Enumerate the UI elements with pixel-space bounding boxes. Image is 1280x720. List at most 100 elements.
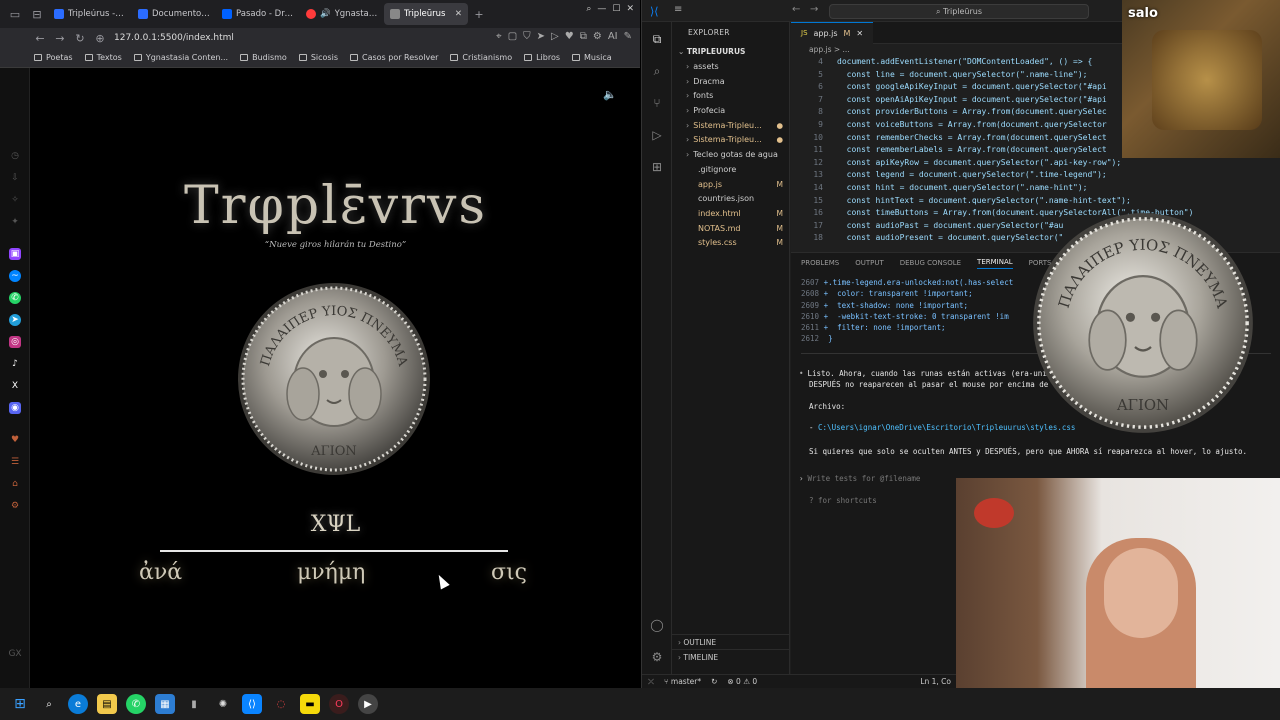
search-icon[interactable]: ⌕ (39, 694, 59, 714)
download-icon[interactable]: ⇩ (9, 172, 21, 184)
chatgpt-icon[interactable]: ✺ (213, 694, 233, 714)
tab-list-icon[interactable]: ⊟ (26, 3, 48, 25)
forward-icon[interactable]: → (50, 32, 70, 45)
opera-gx-icon[interactable]: O (329, 694, 349, 714)
explorer-file[interactable]: .gitignore (672, 163, 789, 178)
send-icon[interactable]: ➤ (537, 31, 545, 42)
pin-icon[interactable]: ⌖ (496, 31, 502, 42)
heart-icon[interactable]: ♥ (9, 434, 21, 446)
explorer-folder[interactable]: › fonts (672, 89, 789, 104)
explorer-icon[interactable]: ⧉ (650, 32, 664, 46)
vscode-icon[interactable]: ⟨⟩ (242, 694, 262, 714)
bookmarks-icon[interactable]: ⌂ (9, 478, 21, 490)
browser-tab[interactable]: Tripleúrus - Do (48, 3, 132, 25)
pen-icon[interactable]: ✎ (624, 31, 632, 42)
store-icon[interactable]: ▦ (155, 694, 175, 714)
remote-icon[interactable]: ⤫ (648, 677, 654, 687)
editor-tab-appjs[interactable]: JS app.js M ✕ (791, 21, 874, 44)
play-icon[interactable]: ▷ (551, 31, 559, 42)
settings-icon[interactable]: ⚙ (593, 31, 602, 42)
wallet-icon[interactable]: ✦ (9, 216, 21, 228)
history-icon[interactable]: ◷ (9, 150, 21, 162)
bookmark-folder[interactable]: Libros (524, 53, 560, 62)
browser-tab[interactable]: Documento sin (132, 3, 216, 25)
explorer-folder[interactable]: › Sistema-Tripleu... ● (672, 119, 789, 134)
browser-tab[interactable]: Pasado - Drop (216, 3, 300, 25)
explorer-file[interactable]: countries.json (672, 192, 789, 207)
close-tab-icon[interactable]: ✕ (856, 29, 863, 38)
extensions-icon[interactable]: ⧉ (580, 31, 587, 42)
sync-icon[interactable]: ↻ (711, 677, 717, 686)
tab-debug-console[interactable]: DEBUG CONSOLE (900, 259, 961, 267)
start-icon[interactable]: ⊞ (10, 694, 30, 714)
reload-icon[interactable]: ↻ (70, 32, 90, 45)
run-debug-icon[interactable]: ▷ (650, 128, 664, 142)
sidebar-settings-icon[interactable]: ⚙ (9, 500, 21, 512)
workspace-root[interactable]: ⌄ TRIPLEUURUS (672, 44, 789, 60)
ai-icon[interactable]: AI (608, 31, 618, 42)
bookmark-folder[interactable]: Textos (84, 53, 122, 62)
new-tab-icon[interactable]: + (468, 3, 490, 25)
tab-terminal[interactable]: TERMINAL (977, 258, 1013, 269)
app-icon-2[interactable]: ◌ (271, 694, 291, 714)
app-icon[interactable]: ▮ (184, 694, 204, 714)
rune-word-past[interactable]: ἀνά (139, 560, 182, 585)
bookmark-folder[interactable]: Musica (572, 53, 612, 62)
menu-icon[interactable]: ≡ (674, 4, 682, 15)
explorer-file[interactable]: app.js M (672, 178, 789, 193)
search-icon[interactable]: ⌕ (650, 64, 664, 78)
twitch-icon[interactable]: ▣ (9, 248, 21, 260)
bookmark-folder[interactable]: Budismo (240, 53, 287, 62)
discord-icon[interactable]: ◉ (9, 402, 21, 414)
rune-word-future[interactable]: σις (491, 560, 527, 585)
explorer-folder[interactable]: › Dracma (672, 75, 789, 90)
explorer-file[interactable]: styles.css M (672, 236, 789, 251)
explorer-folder[interactable]: › assets (672, 60, 789, 75)
explorer-folder[interactable]: › Profecia (672, 104, 789, 119)
explorer-folder[interactable]: › Sistema-Tripleu... ● (672, 133, 789, 148)
shield-icon[interactable]: ⛉ (523, 31, 531, 42)
heart-icon[interactable]: ♥ (565, 31, 574, 42)
search-icon[interactable]: ⌕ (586, 4, 591, 14)
collapse-icon[interactable]: GX (8, 648, 21, 660)
command-center-search[interactable]: ⌕ Tripleūrus (829, 4, 1089, 19)
instagram-icon[interactable]: ◎ (9, 336, 21, 348)
bookmark-folder[interactable]: Casos por Resolver (349, 53, 438, 62)
explorer-file[interactable]: index.html M (672, 207, 789, 222)
x-icon[interactable]: X (9, 380, 21, 392)
messenger-icon[interactable]: ~ (9, 270, 21, 282)
manage-gear-icon[interactable]: ⚙ (650, 650, 664, 664)
browser-tab-active[interactable]: Tripleūrus ✕ (384, 3, 468, 25)
site-info-icon[interactable]: ⊕ (90, 32, 110, 45)
timeline-section[interactable]: › TIMELINE (672, 649, 790, 664)
tiktok-icon[interactable]: ♪ (9, 358, 21, 370)
mute-icon[interactable]: 🔈 (603, 88, 617, 101)
forward-icon[interactable]: → (810, 4, 818, 15)
notes-icon[interactable]: ▬ (300, 694, 320, 714)
url-field[interactable]: 127.0.0.1:5500/index.html (114, 33, 234, 43)
close-tab-icon[interactable]: ✕ (455, 9, 462, 19)
file-explorer-icon[interactable]: ▤ (97, 694, 117, 714)
bookmark-folder[interactable]: Poetas (34, 53, 73, 62)
close-icon[interactable]: ✕ (626, 4, 634, 14)
outline-section[interactable]: › OUTLINE (672, 634, 790, 649)
source-control-icon[interactable]: ⑂ (650, 96, 664, 110)
back-icon[interactable]: ← (792, 4, 800, 15)
explorer-file[interactable]: NOTAS.md M (672, 222, 789, 237)
bookmark-folder[interactable]: Ygnastasia Conten... (133, 53, 228, 62)
screenshot-icon[interactable]: ▢ (508, 31, 517, 42)
coin-image[interactable]: ΠΑΛΑΙΠΕΡ ΥΙΟΣ ΠΝΕΥΜΑ ΑΓΙΟΝ (237, 282, 431, 476)
telegram-icon[interactable]: ➤ (9, 314, 21, 326)
branch-item[interactable]: ⑂ master* (664, 677, 701, 686)
sidebar-toggle-icon[interactable]: ▭ (4, 3, 26, 25)
explorer-folder[interactable]: › Tecleo gotas de agua (672, 148, 789, 163)
browser-tab[interactable]: 🔊 Ygnastasia (300, 3, 384, 25)
cursor-position[interactable]: Ln 1, Co (920, 677, 951, 686)
media-player-icon[interactable]: ▶ (358, 694, 378, 714)
rune-word-present[interactable]: μνήμη (297, 560, 365, 585)
edge-icon[interactable]: e (68, 694, 88, 714)
whatsapp-icon[interactable]: ✆ (9, 292, 21, 304)
tab-problems[interactable]: PROBLEMS (801, 259, 839, 267)
minimize-icon[interactable]: — (597, 4, 606, 14)
reading-list-icon[interactable]: ☰ (9, 456, 21, 468)
